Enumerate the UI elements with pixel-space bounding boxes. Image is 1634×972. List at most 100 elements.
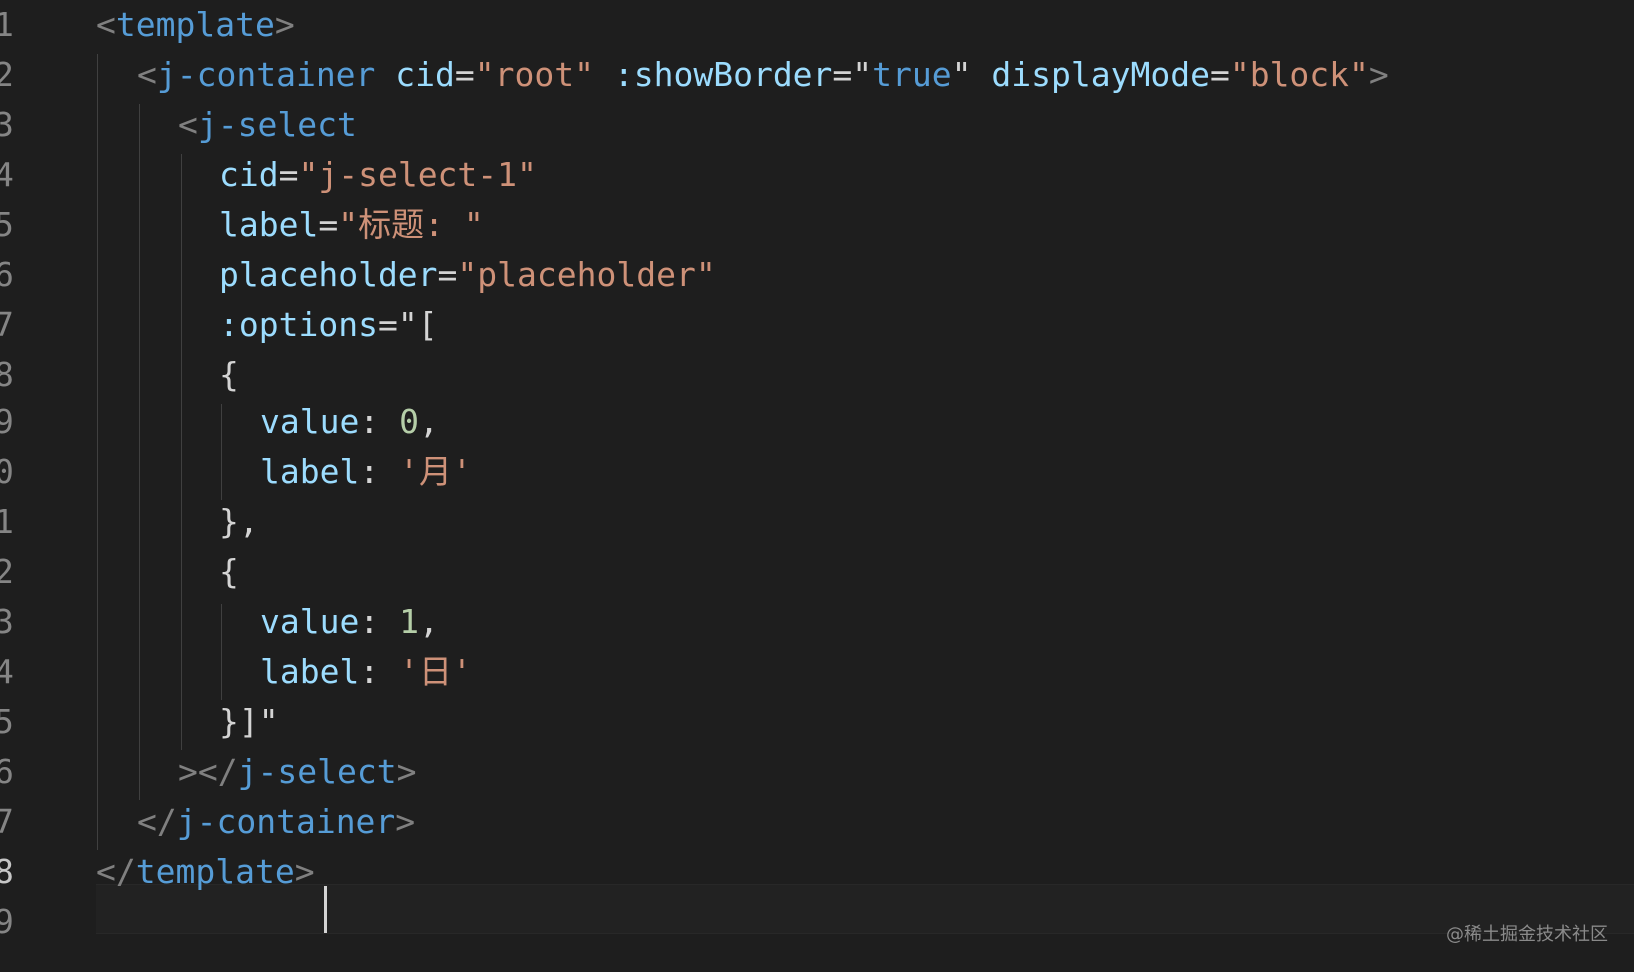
object-key: label [260,652,360,691]
tag-open-bracket: </ [197,752,238,791]
line-number: 1 [0,5,14,44]
options-close: }]" [219,702,279,741]
line-number: 6 [0,255,14,294]
code-line-4: cid="j-select-1" [219,150,537,200]
indent-guide [181,154,182,750]
attribute-name: cid [395,55,455,94]
number-value: 0 [399,402,419,441]
code-line-10: label: '月' [260,447,472,497]
equals-sign: = [278,155,299,194]
line-number: 0 [0,452,14,491]
code-line-16: ></j-select> [178,747,416,797]
code-line-13: value: 1, [260,597,439,647]
line-number-active: 8 [0,852,14,891]
tag-open-bracket: < [137,55,157,94]
indent-guide [97,54,98,850]
line-number: 3 [0,602,14,641]
colon: : [359,652,400,691]
line-number: 9 [0,402,14,441]
tag-close-bracket: > [1368,55,1389,94]
tag-name: j-select [197,105,357,144]
tag-open-bracket: < [96,5,116,44]
line-number: 1 [0,502,14,541]
tag-open-bracket: </ [137,802,177,841]
tag-name: template [135,852,295,891]
attribute-name: :showBorder [613,55,833,94]
text-cursor [324,886,327,933]
object-key: value [260,402,360,441]
line-number: 5 [0,702,14,741]
watermark: @稀土掘金技术社区 [1446,924,1608,945]
quote: " [951,55,972,94]
code-line-3: <j-select [178,100,357,150]
object-key: label [260,452,360,491]
line-number: 3 [0,105,14,144]
line-number: 7 [0,305,14,344]
code-editor[interactable]: 1 2 3 4 5 6 7 8 9 0 1 2 3 4 5 6 7 8 9 <t… [0,0,1634,972]
tag-name: template [115,5,275,44]
brace-open: { [219,552,239,591]
attribute-value: "j-select-1" [298,155,537,194]
equals-sign: = [377,305,398,344]
attribute-value-bound: true [872,55,952,94]
code-line-11: }, [219,497,259,547]
line-number: 4 [0,155,14,194]
tag-close-bracket: > [294,852,315,891]
code-line-18: </template> [96,847,315,897]
colon: : [359,602,400,641]
attribute-value: "block" [1229,55,1369,94]
tag-name: j-container [156,55,376,94]
code-line-5: label="标题: " [219,200,484,250]
code-line-2: <j-container cid="root" :showBorder="tru… [137,50,1389,100]
code-line-17: </j-container> [137,797,415,847]
code-line-6: placeholder="placeholder" [219,250,716,300]
object-key: value [260,602,360,641]
attribute-name: displayMode [991,55,1210,94]
indent-guide [139,104,140,800]
code-line-9: value: 0, [260,397,439,447]
line-number: 6 [0,752,14,791]
comma: , [418,402,439,441]
tag-name: j-container [176,802,396,841]
line-number: 7 [0,802,14,841]
tag-close-bracket: > [396,752,417,791]
comma: , [418,602,439,641]
attribute-name: cid [219,155,279,194]
equals-sign: = [318,205,339,244]
tag-close-bracket: > [274,5,295,44]
code-line-8: { [219,350,239,400]
attribute-value: "root" [474,55,594,94]
attribute-name: :options [219,305,378,344]
line-number: 5 [0,205,14,244]
indent-guide [221,404,222,500]
tag-close-bracket: > [178,752,198,791]
line-number: 8 [0,355,14,394]
equals-sign: = [1209,55,1230,94]
number-value: 1 [399,602,419,641]
string-value: '日' [399,652,472,691]
code-line-15: }]" [219,697,279,747]
equals-sign: = [832,55,853,94]
quote: " [852,55,873,94]
line-number: 9 [0,902,14,941]
tag-open-bracket: </ [96,852,136,891]
attribute-value: "placeholder" [457,255,716,294]
colon: : [359,452,400,491]
colon: : [359,402,400,441]
line-number: 2 [0,55,14,94]
equals-sign: = [454,55,475,94]
attribute-name: label [219,205,319,244]
attribute-value: "标题: " [338,205,484,244]
brace-close: }, [219,502,259,541]
tag-close-bracket: > [395,802,416,841]
code-line-7: :options="[ [219,300,438,350]
code-line-12: { [219,547,239,597]
brace-open: { [219,355,239,394]
options-open: "[ [397,305,438,344]
attribute-name: placeholder [219,255,438,294]
tag-name: j-select [237,752,397,791]
equals-sign: = [437,255,458,294]
indent-guide [221,604,222,700]
line-number: 4 [0,652,14,691]
string-value: '月' [399,452,472,491]
